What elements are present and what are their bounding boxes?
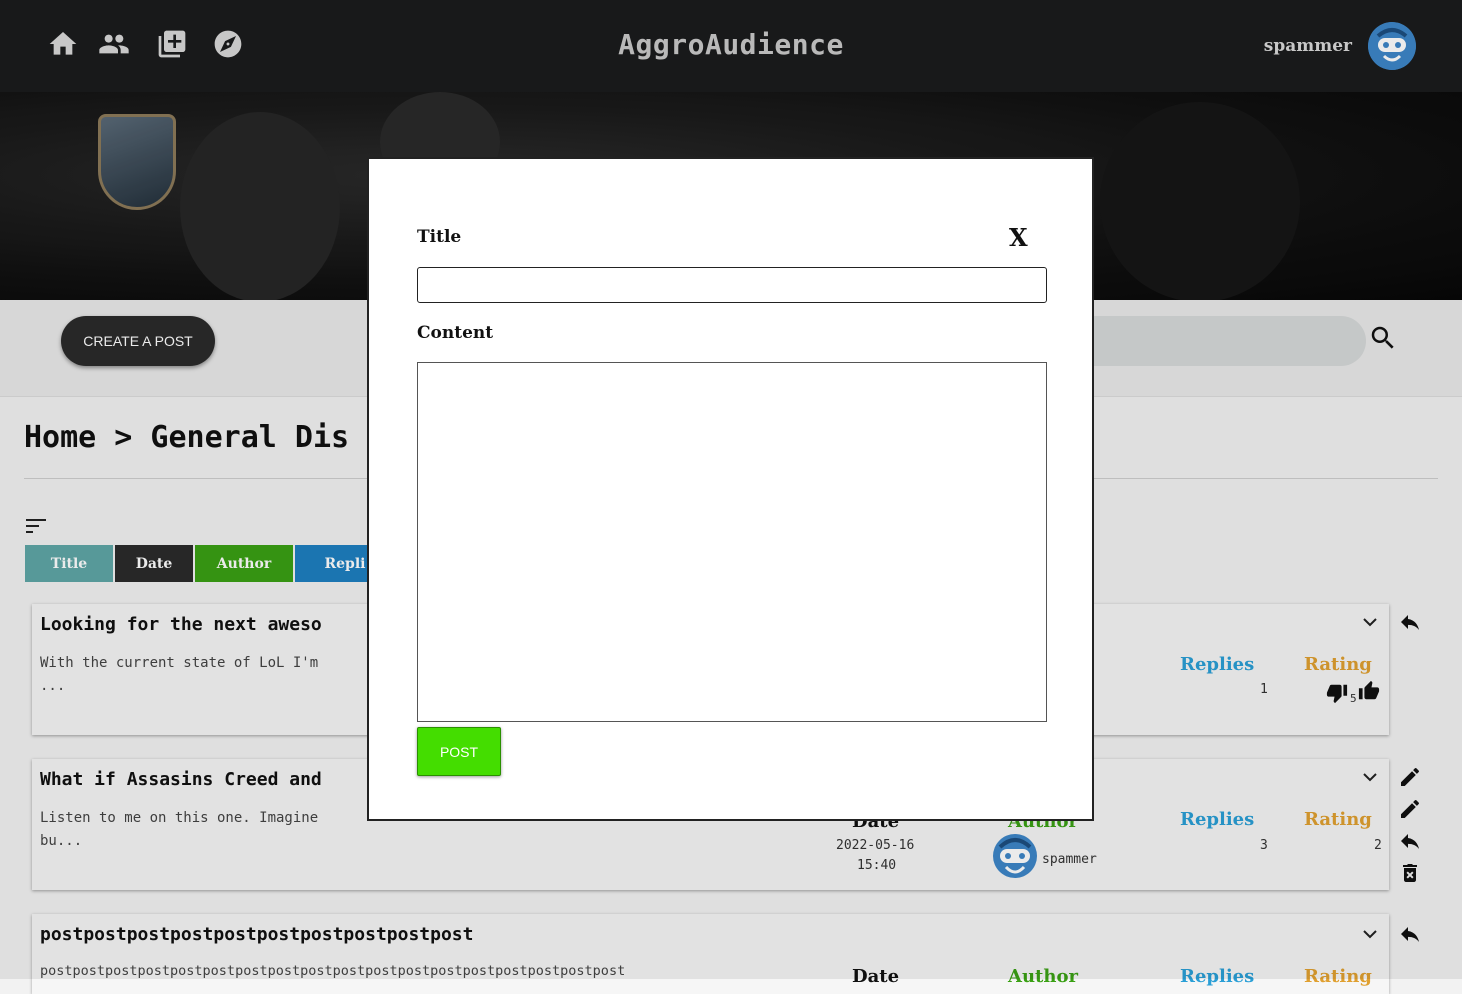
title-field-label: Title (417, 227, 462, 247)
content-textarea[interactable] (417, 362, 1047, 722)
content-field-label: Content (417, 323, 494, 343)
title-input[interactable] (417, 267, 1047, 303)
close-button[interactable]: X (1009, 223, 1028, 252)
create-post-modal: Title X Content POST (367, 157, 1094, 821)
submit-post-button[interactable]: POST (417, 727, 501, 776)
